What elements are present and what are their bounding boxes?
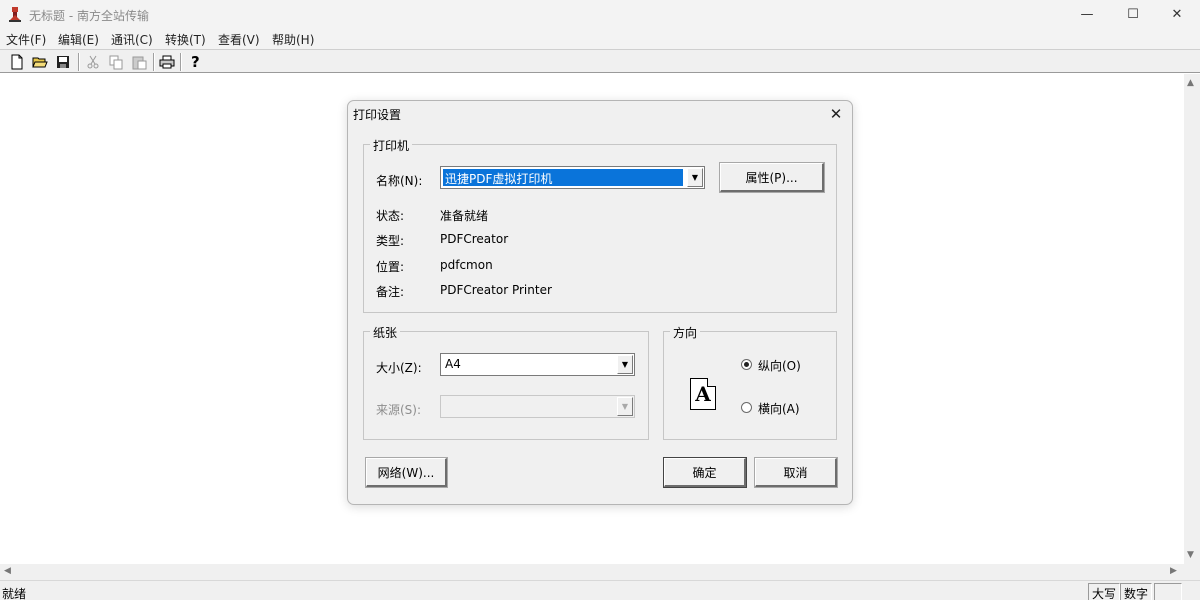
caps-lock-indicator: 大写 — [1088, 583, 1120, 600]
status-bar: 就绪 大写 数字 — [0, 580, 1200, 600]
landscape-radio[interactable] — [741, 402, 752, 413]
cancel-button[interactable]: 取消 — [755, 458, 837, 487]
printer-name-select[interactable]: 迅捷PDF虚拟打印机 ▼ — [440, 166, 705, 189]
paper-size-value: A4 — [445, 357, 461, 371]
printer-group-label: 打印机 — [370, 137, 413, 154]
portrait-radio[interactable] — [741, 359, 752, 370]
chevron-down-icon[interactable]: ▼ — [617, 355, 633, 374]
cut-icon[interactable] — [84, 53, 102, 71]
menu-communication[interactable]: 通讯(C) — [111, 31, 153, 48]
paper-group: 纸张 大小(Z): A4 ▼ 来源(S): ▼ — [363, 324, 649, 440]
save-icon[interactable] — [54, 53, 72, 71]
menu-view[interactable]: 查看(V) — [218, 31, 260, 48]
portrait-label[interactable]: 纵向(O) — [758, 357, 801, 374]
network-button[interactable]: 网络(W)... — [366, 458, 447, 487]
dialog-title: 打印设置 — [353, 108, 402, 122]
minimize-button[interactable]: — — [1064, 0, 1110, 29]
app-icon — [7, 6, 23, 22]
orientation-group: 方向 A 纵向(O) 横向(A) — [663, 324, 837, 440]
maximize-button[interactable]: ☐ — [1110, 0, 1156, 29]
window-title: 无标题 - 南方全站传输 — [29, 9, 149, 23]
properties-button[interactable]: 属性(P)... — [720, 163, 824, 192]
comment-value: PDFCreator Printer — [440, 283, 552, 297]
help-icon[interactable]: ? — [187, 53, 205, 71]
toolbar-separator — [78, 53, 80, 71]
landscape-label[interactable]: 横向(A) — [758, 400, 800, 417]
status-value: 准备就绪 — [440, 209, 489, 223]
num-lock-indicator: 数字 — [1120, 583, 1152, 600]
scroll-down-icon[interactable]: ▼ — [1187, 550, 1194, 560]
svg-text:?: ? — [191, 54, 200, 70]
paper-source-select: ▼ — [440, 395, 635, 418]
chevron-down-icon[interactable]: ▼ — [687, 168, 703, 187]
menu-convert[interactable]: 转换(T) — [165, 31, 206, 48]
scrollbar-corner — [1184, 564, 1200, 580]
status-label: 状态: — [376, 209, 405, 223]
scroll-up-icon[interactable]: ▲ — [1187, 78, 1194, 88]
toolbar-separator — [180, 53, 182, 71]
copy-icon[interactable] — [107, 53, 125, 71]
menu-edit[interactable]: 编辑(E) — [58, 31, 99, 48]
toolbar: ? — [0, 49, 1200, 73]
comment-label: 备注: — [376, 285, 405, 299]
title-bar: 无标题 - 南方全站传输 — ☐ ✕ — [0, 0, 1200, 29]
printer-name-value: 迅捷PDF虚拟打印机 — [443, 169, 683, 186]
horizontal-scrollbar[interactable]: ◀ ▶ — [0, 564, 1184, 580]
paper-group-label: 纸张 — [370, 324, 401, 341]
paper-size-select[interactable]: A4 ▼ — [440, 353, 635, 376]
print-icon[interactable] — [158, 53, 176, 71]
menu-file[interactable]: 文件(F) — [6, 31, 46, 48]
portrait-page-icon: A — [690, 378, 716, 410]
new-file-icon[interactable] — [8, 53, 26, 71]
location-value: pdfcmon — [440, 258, 493, 272]
paper-source-label: 来源(S): — [376, 403, 422, 417]
scroll-lock-indicator — [1154, 583, 1182, 600]
location-label: 位置: — [376, 260, 405, 274]
print-setup-dialog: 打印设置 ✕ 打印机 名称(N): 迅捷PDF虚拟打印机 ▼ 属性(P)... … — [347, 100, 853, 505]
toolbar-separator — [153, 53, 155, 71]
chevron-down-icon: ▼ — [617, 397, 633, 416]
status-text: 就绪 — [2, 587, 27, 600]
menu-bar: 文件(F) 编辑(E) 通讯(C) 转换(T) 查看(V) 帮助(H) — [0, 29, 1200, 49]
paper-source-value — [443, 398, 447, 415]
type-value: PDFCreator — [440, 232, 509, 246]
printer-group: 打印机 名称(N): 迅捷PDF虚拟打印机 ▼ 属性(P)... 状态: 准备就… — [363, 137, 837, 313]
dialog-close-icon[interactable]: ✕ — [823, 103, 849, 125]
type-label: 类型: — [376, 234, 405, 248]
scroll-right-icon[interactable]: ▶ — [1170, 566, 1177, 576]
paste-icon[interactable] — [130, 53, 148, 71]
open-folder-icon[interactable] — [31, 53, 49, 71]
menu-help[interactable]: 帮助(H) — [272, 31, 314, 48]
printer-name-label: 名称(N): — [376, 174, 423, 188]
scroll-left-icon[interactable]: ◀ — [4, 566, 11, 576]
close-window-button[interactable]: ✕ — [1154, 0, 1200, 29]
orientation-group-label: 方向 — [670, 324, 701, 341]
vertical-scrollbar[interactable]: ▲ ▼ — [1184, 74, 1200, 564]
ok-button[interactable]: 确定 — [664, 458, 746, 487]
paper-size-label: 大小(Z): — [376, 361, 422, 375]
